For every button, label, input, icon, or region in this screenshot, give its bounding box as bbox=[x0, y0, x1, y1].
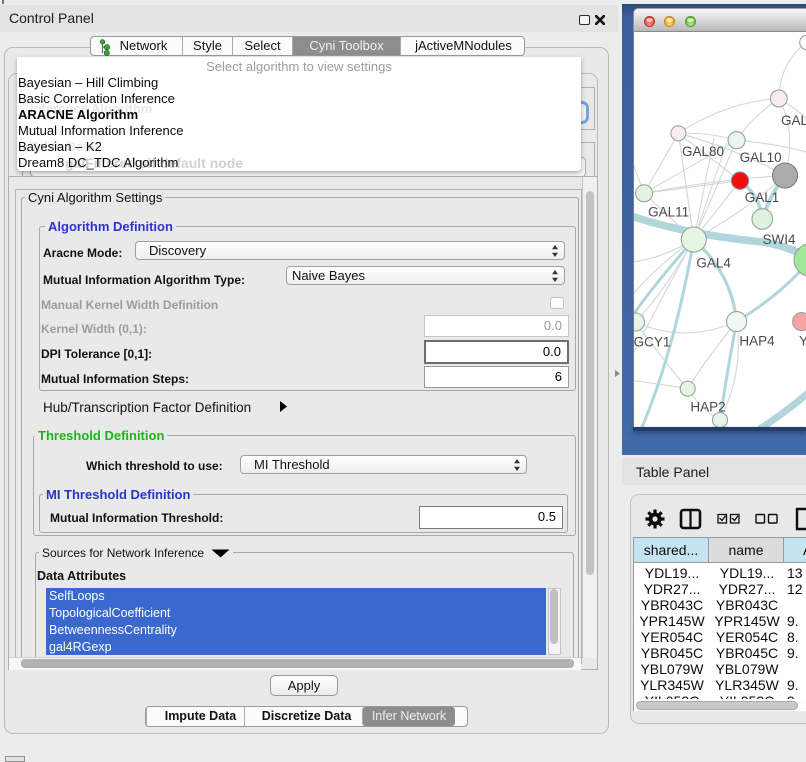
svg-text:GAL10: GAL10 bbox=[740, 150, 782, 165]
svg-text:HAP4: HAP4 bbox=[739, 334, 775, 349]
svg-text:GAL7: GAL7 bbox=[781, 113, 806, 128]
svg-text:GAL11: GAL11 bbox=[648, 205, 689, 220]
svg-text:GAL80: GAL80 bbox=[682, 144, 724, 159]
svg-text:SWI4: SWI4 bbox=[762, 232, 795, 247]
svg-text:YM: YM bbox=[799, 334, 806, 349]
svg-text:HAP2: HAP2 bbox=[690, 400, 725, 415]
svg-text:GAL1: GAL1 bbox=[745, 190, 780, 205]
svg-text:GAL4: GAL4 bbox=[696, 256, 731, 271]
svg-text:GCY1: GCY1 bbox=[634, 335, 670, 350]
